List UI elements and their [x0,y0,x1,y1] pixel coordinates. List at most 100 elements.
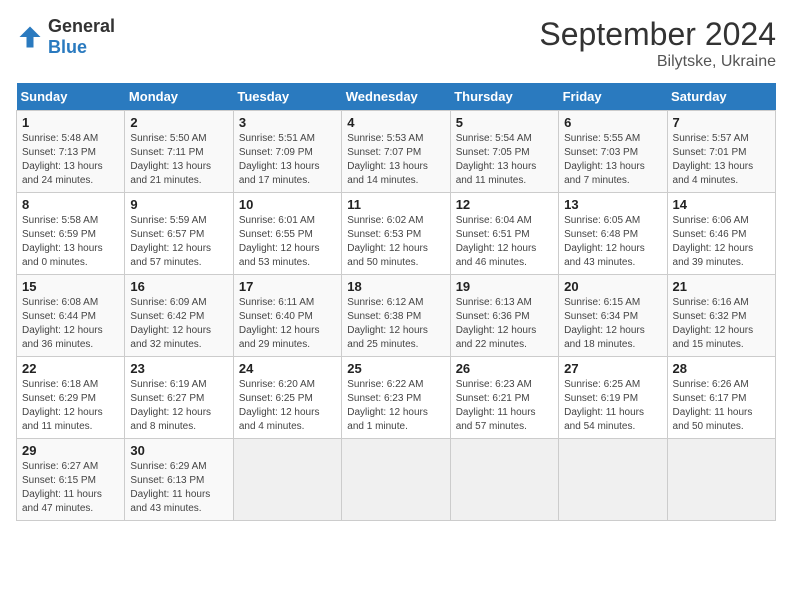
calendar-cell: 14 Sunrise: 6:06 AM Sunset: 6:46 PM Dayli… [667,193,775,275]
calendar-cell: 12 Sunrise: 6:04 AM Sunset: 6:51 PM Dayli… [450,193,558,275]
day-number: 6 [564,115,661,130]
calendar-week-row: 29 Sunrise: 6:27 AM Sunset: 6:15 PM Dayli… [17,439,776,521]
calendar-cell: 28 Sunrise: 6:26 AM Sunset: 6:17 PM Dayli… [667,357,775,439]
day-number: 19 [456,279,553,294]
day-number: 14 [673,197,770,212]
day-number: 12 [456,197,553,212]
calendar-cell [559,439,667,521]
day-number: 5 [456,115,553,130]
day-number: 26 [456,361,553,376]
day-info: Sunrise: 6:06 AM Sunset: 6:46 PM Dayligh… [673,214,770,270]
day-number: 8 [22,197,119,212]
calendar-cell: 30 Sunrise: 6:29 AM Sunset: 6:13 PM Dayli… [125,439,233,521]
day-info: Sunrise: 5:57 AM Sunset: 7:01 PM Dayligh… [673,132,770,188]
day-info: Sunrise: 6:26 AM Sunset: 6:17 PM Dayligh… [673,378,770,434]
calendar-subtitle: Bilytske, Ukraine [539,53,776,71]
calendar-cell: 10Sunrise: 6:01 AM Sunset: 6:55 PM Dayli… [233,193,341,275]
calendar-cell: 3 Sunrise: 5:51 AM Sunset: 7:09 PM Daylig… [233,111,341,193]
day-info: Sunrise: 6:23 AM Sunset: 6:21 PM Dayligh… [456,378,553,434]
day-number: 1 [22,115,119,130]
day-info: Sunrise: 6:02 AM Sunset: 6:53 PM Dayligh… [347,214,444,270]
calendar-cell: 13Sunrise: 6:05 AM Sunset: 6:48 PM Dayli… [559,193,667,275]
calendar-cell: 4 Sunrise: 5:53 AM Sunset: 7:07 PM Daylig… [342,111,450,193]
logo: General Blue [16,16,115,58]
day-info: Sunrise: 5:50 AM Sunset: 7:11 PM Dayligh… [130,132,227,188]
day-number: 15 [22,279,119,294]
calendar-cell: 22 Sunrise: 6:18 AM Sunset: 6:29 PM Dayli… [17,357,125,439]
calendar-cell: 7 Sunrise: 5:57 AM Sunset: 7:01 PM Daylig… [667,111,775,193]
day-header-tuesday: Tuesday [233,83,341,111]
day-info: Sunrise: 6:18 AM Sunset: 6:29 PM Dayligh… [22,378,119,434]
day-number: 23 [130,361,227,376]
day-number: 17 [239,279,336,294]
day-info: Sunrise: 5:54 AM Sunset: 7:05 PM Dayligh… [456,132,553,188]
calendar-cell: 21 Sunrise: 6:16 AM Sunset: 6:32 PM Dayli… [667,275,775,357]
day-number: 13 [564,197,661,212]
calendar-cell: 2Sunrise: 5:50 AM Sunset: 7:11 PM Daylig… [125,111,233,193]
day-info: Sunrise: 6:13 AM Sunset: 6:36 PM Dayligh… [456,296,553,352]
calendar-cell: 16 Sunrise: 6:09 AM Sunset: 6:42 PM Dayli… [125,275,233,357]
day-info: Sunrise: 6:25 AM Sunset: 6:19 PM Dayligh… [564,378,661,434]
day-header-monday: Monday [125,83,233,111]
day-number: 4 [347,115,444,130]
page-header: General Blue September 2024 Bilytske, Uk… [16,16,776,71]
calendar-cell: 24 Sunrise: 6:20 AM Sunset: 6:25 PM Dayli… [233,357,341,439]
day-info: Sunrise: 6:20 AM Sunset: 6:25 PM Dayligh… [239,378,336,434]
day-number: 24 [239,361,336,376]
calendar-week-row: 15 Sunrise: 6:08 AM Sunset: 6:44 PM Dayli… [17,275,776,357]
day-info: Sunrise: 6:09 AM Sunset: 6:42 PM Dayligh… [130,296,227,352]
day-number: 16 [130,279,227,294]
calendar-cell: 23 Sunrise: 6:19 AM Sunset: 6:27 PM Dayli… [125,357,233,439]
calendar-cell: 25Sunrise: 6:22 AM Sunset: 6:23 PM Dayli… [342,357,450,439]
day-header-friday: Friday [559,83,667,111]
day-number: 18 [347,279,444,294]
calendar-cell [342,439,450,521]
day-number: 7 [673,115,770,130]
day-info: Sunrise: 6:27 AM Sunset: 6:15 PM Dayligh… [22,460,119,516]
day-info: Sunrise: 5:58 AM Sunset: 6:59 PM Dayligh… [22,214,119,270]
day-number: 21 [673,279,770,294]
day-number: 28 [673,361,770,376]
day-info: Sunrise: 5:51 AM Sunset: 7:09 PM Dayligh… [239,132,336,188]
calendar-cell [450,439,558,521]
calendar-cell: 8 Sunrise: 5:58 AM Sunset: 6:59 PM Daylig… [17,193,125,275]
calendar-cell: 18Sunrise: 6:12 AM Sunset: 6:38 PM Dayli… [342,275,450,357]
day-number: 25 [347,361,444,376]
day-info: Sunrise: 6:04 AM Sunset: 6:51 PM Dayligh… [456,214,553,270]
day-number: 29 [22,443,119,458]
day-info: Sunrise: 6:29 AM Sunset: 6:13 PM Dayligh… [130,460,227,516]
day-info: Sunrise: 6:19 AM Sunset: 6:27 PM Dayligh… [130,378,227,434]
day-header-wednesday: Wednesday [342,83,450,111]
day-number: 3 [239,115,336,130]
calendar-cell: 9 Sunrise: 5:59 AM Sunset: 6:57 PM Daylig… [125,193,233,275]
day-number: 20 [564,279,661,294]
day-info: Sunrise: 5:55 AM Sunset: 7:03 PM Dayligh… [564,132,661,188]
calendar-cell: 29 Sunrise: 6:27 AM Sunset: 6:15 PM Dayli… [17,439,125,521]
logo-icon [16,23,44,51]
calendar-cell: 6 Sunrise: 5:55 AM Sunset: 7:03 PM Daylig… [559,111,667,193]
day-number: 11 [347,197,444,212]
calendar-cell: 17 Sunrise: 6:11 AM Sunset: 6:40 PM Dayli… [233,275,341,357]
day-header-saturday: Saturday [667,83,775,111]
title-block: September 2024 Bilytske, Ukraine [539,16,776,71]
day-header-thursday: Thursday [450,83,558,111]
calendar-title: September 2024 [539,16,776,53]
day-number: 9 [130,197,227,212]
logo-text-general: General [48,16,115,36]
day-info: Sunrise: 6:15 AM Sunset: 6:34 PM Dayligh… [564,296,661,352]
day-number: 22 [22,361,119,376]
day-number: 30 [130,443,227,458]
day-info: Sunrise: 6:01 AM Sunset: 6:55 PM Dayligh… [239,214,336,270]
calendar-cell: 27 Sunrise: 6:25 AM Sunset: 6:19 PM Dayli… [559,357,667,439]
day-info: Sunrise: 5:53 AM Sunset: 7:07 PM Dayligh… [347,132,444,188]
calendar-body: 1Sunrise: 5:48 AM Sunset: 7:13 PM Daylig… [17,111,776,521]
day-info: Sunrise: 6:08 AM Sunset: 6:44 PM Dayligh… [22,296,119,352]
calendar-cell: 26 Sunrise: 6:23 AM Sunset: 6:21 PM Dayli… [450,357,558,439]
calendar-cell: 11 Sunrise: 6:02 AM Sunset: 6:53 PM Dayli… [342,193,450,275]
calendar-cell [667,439,775,521]
day-info: Sunrise: 6:11 AM Sunset: 6:40 PM Dayligh… [239,296,336,352]
day-number: 27 [564,361,661,376]
calendar-cell: 19 Sunrise: 6:13 AM Sunset: 6:36 PM Dayli… [450,275,558,357]
day-info: Sunrise: 5:59 AM Sunset: 6:57 PM Dayligh… [130,214,227,270]
day-info: Sunrise: 6:16 AM Sunset: 6:32 PM Dayligh… [673,296,770,352]
